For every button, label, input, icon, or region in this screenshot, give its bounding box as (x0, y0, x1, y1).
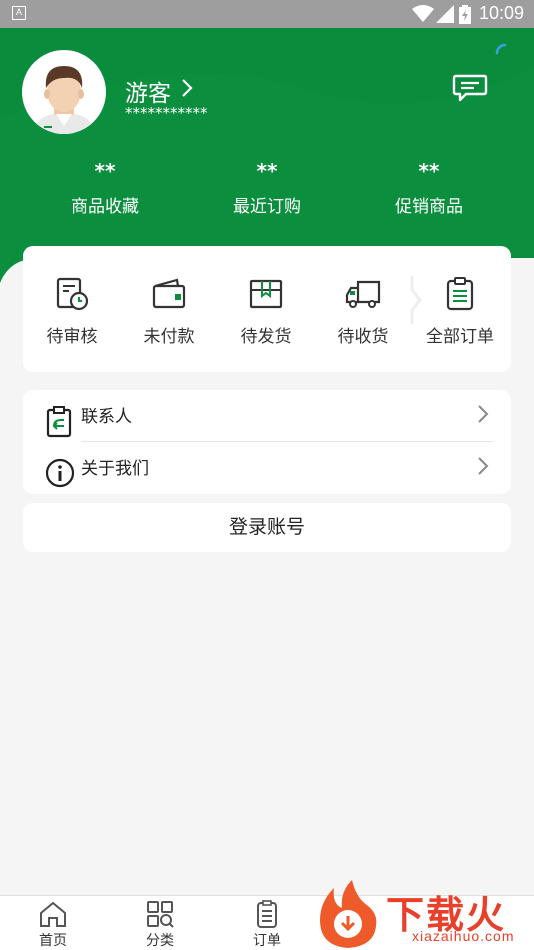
masked-account-id: *********** (125, 104, 208, 122)
watermark-logo: 下载火 xiazaihuo.com (312, 878, 534, 950)
wallet-icon (152, 278, 186, 309)
app-notification-icon: A (12, 6, 26, 20)
menu-item-contacts[interactable]: 联系人 (23, 390, 511, 442)
order-divider-arrow (410, 276, 422, 324)
home-icon (40, 901, 66, 927)
order-label: 待收货 (337, 327, 389, 347)
status-time: 10:09 (478, 3, 524, 23)
chevron-right-icon (478, 405, 489, 423)
message-icon[interactable] (452, 72, 488, 104)
avatar-person-icon (34, 66, 94, 134)
chevron-right-icon (478, 457, 489, 475)
menu-label: 关于我们 (81, 459, 149, 479)
flame-logo-icon (320, 880, 377, 948)
info-icon (45, 458, 75, 488)
wifi-icon (412, 5, 434, 22)
order-unpaid[interactable]: 未付款 (121, 276, 217, 347)
stat-label: 商品收藏 (71, 197, 139, 217)
category-search-icon (147, 901, 174, 928)
menu-item-about[interactable]: 关于我们 (23, 442, 511, 494)
stat-label: 促销商品 (395, 197, 463, 217)
stat-value: ** (418, 159, 440, 183)
menu-label: 联系人 (81, 407, 132, 427)
order-awaiting-shipment[interactable]: 待发货 (218, 276, 314, 347)
order-label: 待发货 (240, 327, 292, 347)
watermark-url: xiazaihuo.com (412, 928, 515, 944)
orders-card: 待审核 未付款 待发货 待收货 全部订单 (23, 246, 511, 372)
package-icon (249, 279, 283, 309)
contact-clipboard-icon (46, 406, 72, 438)
nav-label: 分类 (146, 933, 174, 949)
avatar[interactable] (22, 50, 106, 134)
nav-home[interactable]: 首页 (23, 900, 83, 950)
nav-orders[interactable]: 订单 (237, 900, 297, 950)
clipboard-list-icon (446, 277, 474, 311)
menu-card: 联系人 关于我们 (23, 390, 511, 494)
nav-label: 订单 (253, 933, 281, 949)
stat-value: ** (94, 159, 116, 183)
order-pending-review[interactable]: 待审核 (24, 276, 120, 347)
truck-icon (345, 280, 381, 308)
stats-row: ** 商品收藏 ** 最近订购 ** 促销商品 (0, 160, 534, 220)
username[interactable]: 游客 (125, 74, 171, 108)
battery-icon (459, 5, 471, 24)
order-label: 未付款 (143, 327, 195, 347)
order-icon (257, 900, 277, 928)
order-label: 全部订单 (426, 327, 494, 347)
signal-icon (436, 5, 454, 23)
order-label: 待审核 (46, 327, 98, 347)
chevron-right-icon[interactable] (180, 78, 194, 98)
stat-favorites[interactable]: ** 商品收藏 (30, 160, 180, 217)
stat-recent-orders[interactable]: ** 最近订购 (192, 160, 342, 217)
status-bar: A 10:09 (0, 0, 534, 28)
nav-label: 首页 (39, 933, 67, 949)
stat-value: ** (256, 159, 278, 183)
nav-category[interactable]: 分类 (130, 900, 190, 950)
stat-promotions[interactable]: ** 促销商品 (354, 160, 504, 217)
pending-review-icon (56, 277, 89, 311)
login-button[interactable]: 登录账号 (23, 503, 511, 552)
loading-spinner-icon (495, 43, 507, 55)
stat-label: 最近订购 (233, 197, 301, 217)
order-all[interactable]: 全部订单 (412, 276, 508, 347)
order-awaiting-receipt[interactable]: 待收货 (315, 276, 411, 347)
